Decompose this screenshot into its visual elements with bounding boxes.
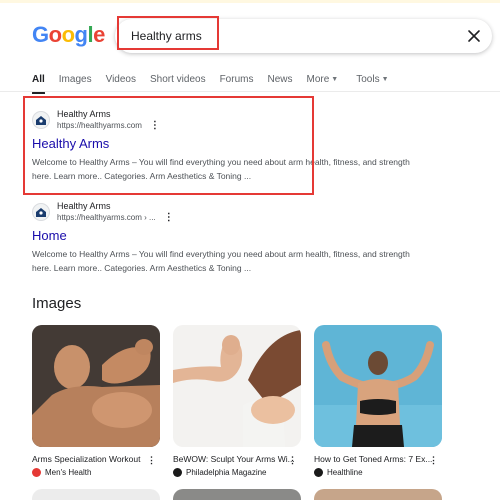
image-title[interactable]: BeWOW: Sculpt Your Arms Wi... bbox=[173, 454, 301, 465]
result-site-row[interactable]: Healthy Arms https://healthyarms.com › .… bbox=[32, 199, 472, 225]
logo-letter: o bbox=[61, 22, 75, 47]
next-row-image-thumbnail[interactable] bbox=[314, 489, 442, 500]
top-banner-strip bbox=[0, 0, 500, 3]
image-source: Healthline bbox=[327, 468, 363, 477]
image-source-row[interactable]: Healthline bbox=[314, 467, 442, 478]
image-thumbnail[interactable] bbox=[32, 325, 160, 447]
logo-letter: o bbox=[48, 22, 62, 47]
tab-label: News bbox=[267, 73, 293, 85]
philadelphia-magazine-source-icon bbox=[173, 468, 182, 477]
more-options-icon[interactable]: ⋮ bbox=[288, 455, 297, 466]
healthline-source-icon bbox=[314, 468, 323, 477]
result-url: https://healthyarms.com › ... bbox=[57, 213, 156, 222]
more-options-icon[interactable]: ⋮ bbox=[429, 455, 438, 466]
tab-label: Forums bbox=[219, 73, 254, 85]
tab-label: All bbox=[32, 73, 45, 85]
tab-short-videos[interactable]: Short videos bbox=[150, 74, 206, 85]
image-title[interactable]: Arms Specialization Workout bbox=[32, 454, 160, 465]
google-logo[interactable]: Google bbox=[32, 22, 105, 48]
image-thumbnail[interactable] bbox=[314, 325, 442, 447]
snippet-line: Welcome to Healthy Arms – You will find … bbox=[32, 249, 410, 259]
result-highlight-box bbox=[23, 96, 314, 195]
image-card: How to Get Toned Arms: 7 Ex... Healthlin… bbox=[314, 325, 442, 478]
tab-label: Short videos bbox=[149, 73, 206, 85]
search-result: Healthy Arms https://healthyarms.com › .… bbox=[32, 199, 472, 275]
next-row-image-thumbnail[interactable] bbox=[173, 489, 301, 500]
tab-forums[interactable]: Forums bbox=[220, 74, 254, 85]
tab-all[interactable]: All bbox=[32, 73, 45, 94]
search-query-highlight-box bbox=[117, 16, 219, 50]
tab-label: Videos bbox=[105, 73, 136, 85]
tab-label: Images bbox=[58, 73, 92, 85]
tab-videos[interactable]: Videos bbox=[106, 74, 136, 85]
site-favicon-icon bbox=[32, 203, 50, 221]
tab-news[interactable]: News bbox=[267, 74, 292, 85]
result-snippet: Welcome to Healthy Arms – You will find … bbox=[32, 247, 472, 275]
search-tabs: All Images Videos Short videos Forums Ne… bbox=[32, 70, 403, 94]
image-title[interactable]: How to Get Toned Arms: 7 Ex... bbox=[314, 454, 442, 465]
more-options-icon[interactable]: ⋮ bbox=[147, 455, 156, 466]
result-title-link[interactable]: Home bbox=[32, 228, 472, 244]
mens-health-source-icon bbox=[32, 468, 41, 477]
caret-down-icon: ▼ bbox=[331, 75, 339, 83]
close-icon[interactable] bbox=[464, 26, 484, 46]
snippet-line: here. Learn more.. Categories. Arm Aesth… bbox=[32, 263, 252, 273]
image-source-row[interactable]: Men's Health bbox=[32, 467, 160, 478]
image-source: Men's Health bbox=[45, 468, 92, 477]
tab-images[interactable]: Images bbox=[59, 74, 92, 85]
logo-letter: e bbox=[93, 22, 105, 47]
tab-tools[interactable]: Tools ▼ bbox=[356, 74, 388, 85]
tabs-divider bbox=[0, 91, 500, 92]
tab-more[interactable]: More ▼ bbox=[307, 74, 339, 85]
image-thumbnail[interactable] bbox=[173, 325, 301, 447]
tab-label: Tools bbox=[356, 73, 380, 85]
next-row-image-thumbnail[interactable] bbox=[32, 489, 160, 500]
result-site-name: Healthy Arms bbox=[57, 201, 111, 211]
caret-down-icon: ▼ bbox=[381, 75, 389, 83]
image-source-row[interactable]: Philadelphia Magazine bbox=[173, 467, 301, 478]
tab-label: More bbox=[306, 73, 330, 85]
image-card: BeWOW: Sculpt Your Arms Wi... Philadelph… bbox=[173, 325, 301, 478]
images-section-heading: Images bbox=[32, 295, 82, 312]
logo-letter: g bbox=[74, 22, 88, 47]
logo-letter: G bbox=[32, 22, 49, 47]
image-source: Philadelphia Magazine bbox=[186, 468, 267, 477]
image-card: Arms Specialization Workout Men's Health… bbox=[32, 325, 160, 478]
more-options-icon[interactable]: ⋮ bbox=[164, 212, 174, 222]
